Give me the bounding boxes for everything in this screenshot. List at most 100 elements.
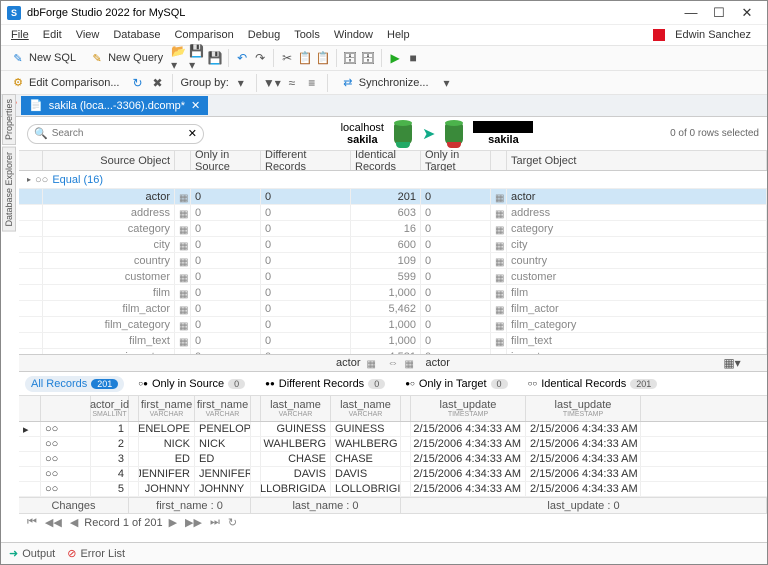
status-error-list[interactable]: ⊘Error List: [67, 547, 125, 560]
nav-first[interactable]: ⏮: [25, 516, 39, 529]
data-row[interactable]: ▸○○1PENELOPEPENELOPEGUINESSGUINESS2/15/2…: [19, 422, 767, 437]
nav-next[interactable]: ▶: [167, 516, 179, 529]
data-row[interactable]: ○○3EDEDCHASECHASE2/15/2006 4:34:33 AM2/1…: [19, 452, 767, 467]
menu-tools[interactable]: Tools: [288, 27, 326, 43]
menu-window[interactable]: Window: [328, 27, 379, 43]
data-col-header[interactable]: last_updateTIMESTAMP: [411, 396, 526, 421]
db-icon-2[interactable]: 🗄: [360, 50, 376, 66]
col-only-target[interactable]: Only in Target: [421, 151, 491, 170]
open-dropdown-icon[interactable]: 📂▾: [171, 50, 187, 66]
search-input[interactable]: [52, 128, 184, 139]
table-row[interactable]: film_category001,0000film_category: [19, 317, 767, 333]
close-button[interactable]: ✕: [733, 5, 761, 21]
data-col-header[interactable]: actor_idSMALLINT: [91, 396, 129, 421]
menu-help[interactable]: Help: [381, 27, 416, 43]
new-query-button[interactable]: ✎New Query: [84, 49, 169, 67]
data-row[interactable]: ○○5JOHNNYJOHNNYLOLLOBRIGIDALOLLOBRIGIDA2…: [19, 482, 767, 497]
col-only-source[interactable]: Only in Source: [191, 151, 261, 170]
cut-icon[interactable]: ✂: [279, 50, 295, 66]
save2-icon[interactable]: 💾: [207, 50, 223, 66]
data-col-header[interactable]: [129, 396, 139, 421]
sort-icon[interactable]: ≈: [284, 75, 300, 91]
col-target-object[interactable]: Target Object: [507, 151, 767, 170]
refresh-icon[interactable]: ↻: [129, 75, 145, 91]
table-row[interactable]: address006030address: [19, 205, 767, 221]
delete-icon[interactable]: ✖: [149, 75, 165, 91]
data-col-header[interactable]: [41, 396, 91, 421]
stop-icon[interactable]: ■: [405, 50, 421, 66]
menu-edit[interactable]: Edit: [37, 27, 68, 43]
data-col-header[interactable]: [19, 396, 41, 421]
col-identical[interactable]: Identical Records: [351, 151, 421, 170]
data-col-header[interactable]: last_nameVARCHAR: [331, 396, 401, 421]
document-tabbar: 📌 📄 sakila (loca...-3306).dcomp* ✕: [1, 95, 767, 117]
nav-prev[interactable]: ◀: [68, 516, 80, 529]
data-col-header[interactable]: last_nameVARCHAR: [261, 396, 331, 421]
data-col-header[interactable]: [251, 396, 261, 421]
table-row[interactable]: city006000city: [19, 237, 767, 253]
data-grid[interactable]: ▸○○1PENELOPEPENELOPEGUINESSGUINESS2/15/2…: [19, 422, 767, 497]
target-conn: sakila: [473, 121, 533, 146]
filter-pill[interactable]: All Records201: [25, 376, 124, 392]
user-icon: [653, 29, 665, 41]
status-bar: ➜Output ⊘Error List: [1, 542, 767, 564]
user-label[interactable]: Edwin Sanchez: [647, 25, 763, 45]
col-diff[interactable]: Different Records: [261, 151, 351, 170]
menu-file[interactable]: File: [5, 27, 35, 43]
table-row[interactable]: category00160category: [19, 221, 767, 237]
minimize-button[interactable]: —: [677, 5, 705, 20]
group-by-dropdown[interactable]: ▾: [233, 75, 249, 91]
layout-icon[interactable]: ≡: [304, 75, 320, 91]
play-icon[interactable]: ▶: [387, 50, 403, 66]
status-output[interactable]: ➜Output: [9, 547, 55, 560]
group-equal[interactable]: ○○Equal (16): [19, 171, 767, 189]
filter-pill[interactable]: ●●Different Records0: [259, 376, 391, 392]
db-icon-1[interactable]: 🗄: [342, 50, 358, 66]
tab-close-icon[interactable]: ✕: [191, 99, 200, 112]
maximize-button[interactable]: ☐: [705, 5, 733, 21]
comparison-grid[interactable]: actor002010actoraddress006030addresscate…: [19, 189, 767, 354]
titlebar: S dbForge Studio 2022 for MySQL — ☐ ✕: [1, 1, 767, 25]
sync-dropdown[interactable]: ▾: [439, 75, 455, 91]
nav-next-page[interactable]: ▶▶: [183, 516, 204, 529]
tab-comparison[interactable]: 📄 sakila (loca...-3306).dcomp* ✕: [21, 96, 208, 115]
table-row[interactable]: film_actor005,4620film_actor: [19, 301, 767, 317]
menu-view[interactable]: View: [70, 27, 106, 43]
redo-icon[interactable]: ↷: [252, 50, 268, 66]
view-mode-icon[interactable]: ▦▾: [724, 355, 740, 371]
copy-icon[interactable]: 📋: [297, 50, 313, 66]
col-source-object[interactable]: Source Object: [43, 151, 175, 170]
undo-icon[interactable]: ↶: [234, 50, 250, 66]
save-icon[interactable]: 💾▾: [189, 50, 205, 66]
table-row[interactable]: actor002010actor: [19, 189, 767, 205]
search-clear-icon[interactable]: ✕: [188, 127, 197, 140]
filter-pill[interactable]: ●○Only in Target0: [399, 376, 513, 392]
menu-comparison[interactable]: Comparison: [168, 27, 239, 43]
table-row[interactable]: country001090country: [19, 253, 767, 269]
table-row[interactable]: customer005990customer: [19, 269, 767, 285]
nav-last[interactable]: ⏭: [208, 516, 222, 529]
data-col-header[interactable]: first_nameVARCHAR: [139, 396, 195, 421]
side-tab-db-explorer[interactable]: Database Explorer: [2, 147, 16, 232]
table-row[interactable]: film001,0000film: [19, 285, 767, 301]
side-tab-properties[interactable]: Properties: [2, 94, 16, 145]
data-col-header[interactable]: last_updateTIMESTAMP: [526, 396, 641, 421]
edit-comparison-button[interactable]: ⚙Edit Comparison...: [5, 74, 125, 92]
nav-prev-page[interactable]: ◀◀: [43, 516, 64, 529]
filter-icon[interactable]: ▼▾: [264, 75, 280, 91]
nav-refresh[interactable]: ↻: [226, 516, 239, 529]
filter-pill[interactable]: ○●Only in Source0: [132, 376, 251, 392]
table-row[interactable]: film_text001,0000film_text: [19, 333, 767, 349]
synchronize-button[interactable]: ⇄Synchronize...: [335, 74, 435, 92]
data-col-header[interactable]: first_nameVARCHAR: [195, 396, 251, 421]
filter-pill[interactable]: ○○Identical Records201: [522, 376, 664, 392]
menu-debug[interactable]: Debug: [242, 27, 286, 43]
search-box[interactable]: 🔍 ✕: [27, 124, 204, 144]
record-filter-bar: All Records201 ○●Only in Source0 ●●Differe…: [19, 372, 767, 396]
menu-database[interactable]: Database: [107, 27, 166, 43]
data-row[interactable]: ○○2NICKNICKWAHLBERGWAHLBERG2/15/2006 4:3…: [19, 437, 767, 452]
data-row[interactable]: ○○4JENNIFERJENNIFERDAVISDAVIS2/15/2006 4…: [19, 467, 767, 482]
data-col-header[interactable]: [401, 396, 411, 421]
paste-icon[interactable]: 📋: [315, 50, 331, 66]
new-sql-button[interactable]: ✎New SQL: [5, 49, 82, 67]
